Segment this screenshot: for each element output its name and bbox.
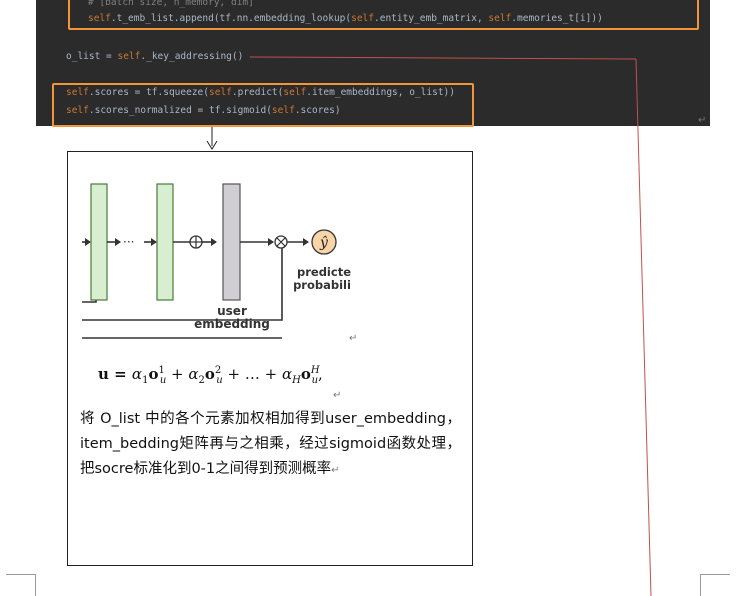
user-label-line1: user: [217, 304, 247, 318]
model-diagram: ··· ŷ predicte probabili user embedding: [82, 183, 351, 339]
page-corner-left: [6, 574, 36, 596]
y-hat-label: ŷ: [319, 234, 329, 251]
page-corner-right: [700, 574, 730, 596]
description-text: 将 O_list 中的各个元素加权相加得到user_embedding，item…: [80, 411, 461, 477]
predict-label-line2: probabili: [293, 278, 351, 292]
return-mark-formula: ↵: [333, 390, 342, 401]
memory-layer-h: [156, 183, 174, 301]
predict-label-line1: predicte: [297, 265, 351, 279]
return-mark-diagram: ↵: [349, 333, 358, 344]
user-embedding-layer: [222, 183, 241, 301]
user-label-line2: embedding: [194, 317, 270, 331]
feedback-line: [82, 242, 283, 321]
ellipsis: ···: [123, 235, 134, 249]
red-connector-vertical: [635, 58, 652, 596]
red-connector-horizontal: [249, 56, 637, 60]
formula: u = α1o1u + α2o2u + … + αHoHu,: [98, 365, 323, 386]
memory-layer-1: [90, 183, 108, 301]
